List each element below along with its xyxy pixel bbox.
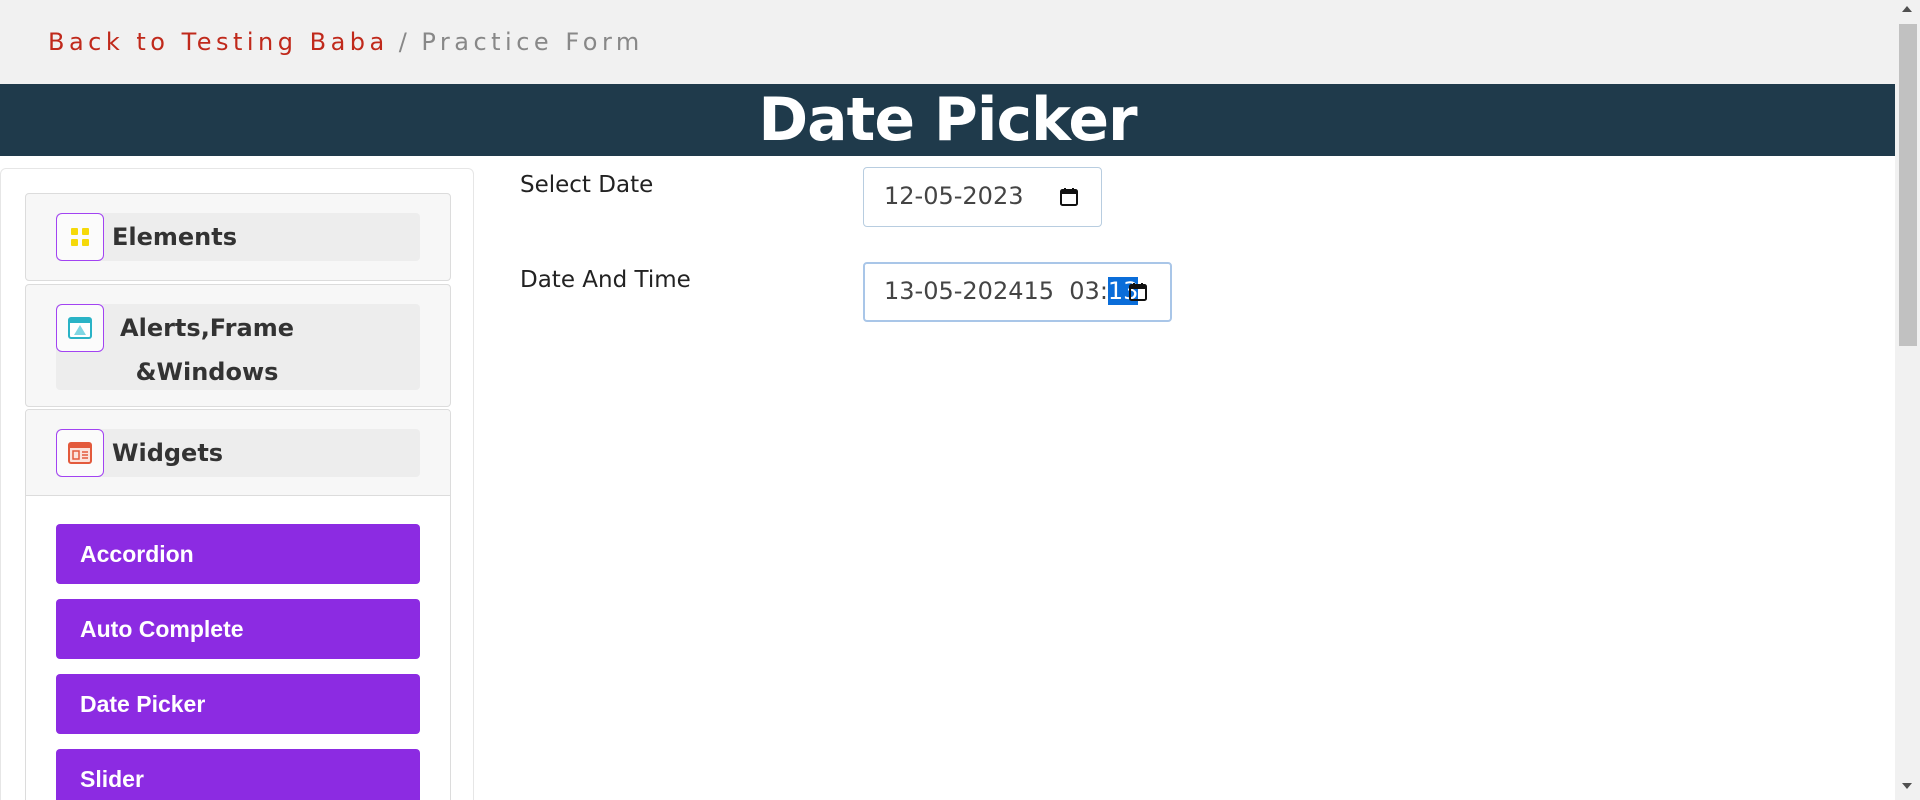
- calendar-icon[interactable]: [1059, 187, 1079, 207]
- scroll-up-arrow-icon[interactable]: [1902, 6, 1912, 12]
- sidebar-group-header[interactable]: Widgets: [56, 429, 420, 477]
- scroll-down-arrow-icon[interactable]: [1902, 783, 1912, 789]
- sidebar-item-slider[interactable]: Slider: [56, 749, 420, 800]
- date-and-time-label: Date And Time: [520, 267, 691, 293]
- sidebar-group-label: Alerts,Frame &Windows: [120, 314, 294, 386]
- sidebar-group-label: Elements: [112, 223, 238, 251]
- widgets-icon: [56, 429, 104, 477]
- breadcrumb-current: Practice Form: [421, 28, 644, 56]
- select-date-input[interactable]: 12-05-2023: [863, 167, 1102, 227]
- grid-icon: [56, 213, 104, 261]
- select-date-label: Select Date: [520, 172, 654, 198]
- sidebar-group-label: Widgets: [112, 439, 224, 467]
- calendar-icon[interactable]: [1128, 282, 1148, 302]
- sidebar: Elements Alerts,Frame &Windows Widgets A…: [0, 168, 474, 800]
- top-bar: Back to Testing Baba / Practice Form: [0, 0, 1895, 84]
- page-title: Date Picker: [758, 85, 1137, 155]
- sidebar-item-auto-complete[interactable]: Auto Complete: [56, 599, 420, 659]
- select-date-value: 12-05-2023: [884, 182, 1024, 210]
- sidebar-group-alerts[interactable]: Alerts,Frame &Windows: [25, 284, 451, 407]
- sidebar-group-elements[interactable]: Elements: [25, 193, 451, 281]
- sidebar-item-accordion[interactable]: Accordion: [56, 524, 420, 584]
- date-and-time-value: 13-05-202415 03:: [884, 277, 1108, 305]
- sidebar-group-header[interactable]: Elements: [56, 213, 420, 261]
- page-banner: Date Picker: [0, 84, 1895, 156]
- sidebar-group-widgets: Widgets Accordion Auto Complete Date Pic…: [25, 409, 451, 800]
- scrollbar-thumb[interactable]: [1899, 24, 1917, 346]
- vertical-scrollbar[interactable]: [1895, 0, 1920, 800]
- date-and-time-input[interactable]: 13-05-202415 03:13: [863, 262, 1172, 322]
- breadcrumb: Back to Testing Baba / Practice Form: [48, 28, 644, 56]
- sidebar-group-header[interactable]: Alerts,Frame &Windows: [56, 304, 420, 390]
- sidebar-item-date-picker[interactable]: Date Picker: [56, 674, 420, 734]
- breadcrumb-separator: /: [398, 28, 412, 56]
- breadcrumb-link[interactable]: Back to Testing Baba: [48, 28, 389, 56]
- window-icon: [56, 304, 104, 352]
